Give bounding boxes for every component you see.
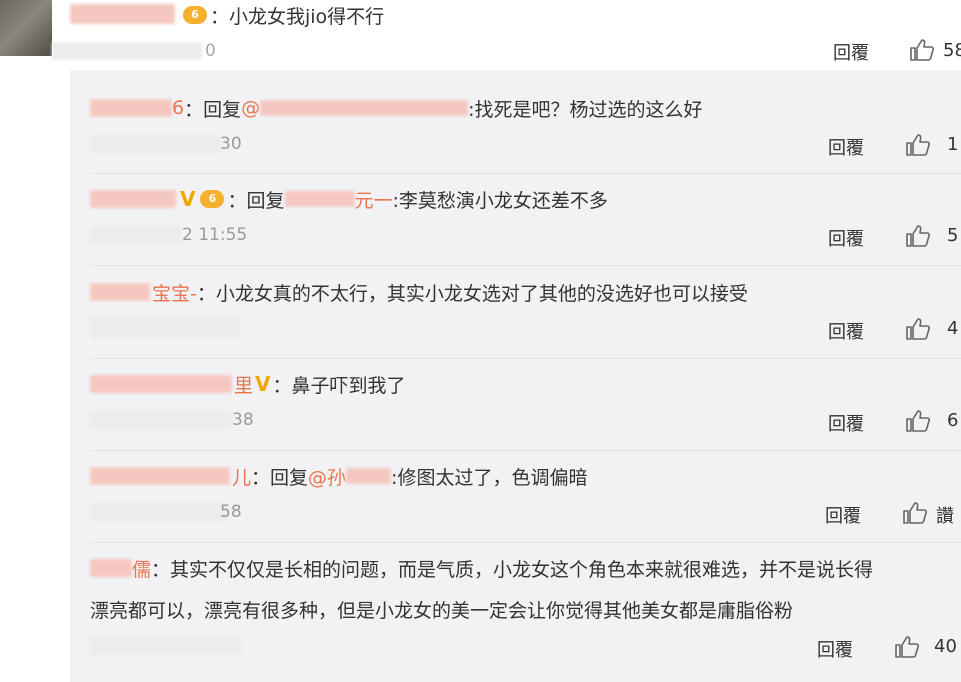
timestamp-tail: 2 11:55 — [182, 225, 248, 245]
thumbs-up-icon[interactable] — [905, 317, 931, 341]
redacted-username — [90, 190, 176, 208]
reply-line: V 6 ：回复 元一 :李莫愁演小龙女还差不多 — [178, 185, 608, 213]
reply-item: 宝宝- ：小龙女真的不太行，其实小龙女选对了其他的没选好也可以接受 回覆 4 — [70, 278, 961, 358]
reply-button[interactable]: 回覆 — [828, 318, 864, 344]
like-count: 40 — [934, 636, 957, 657]
username-tail[interactable]: 6 — [172, 97, 184, 119]
redacted-mention — [284, 191, 355, 207]
like-count: 1 — [947, 134, 959, 155]
timestamp-tail: 30 — [220, 134, 242, 154]
redacted-timestamp — [90, 637, 242, 655]
like-count: 58 — [943, 40, 961, 61]
like-count: 讚 — [936, 506, 954, 527]
vip-level-icon: 6 — [183, 6, 207, 24]
verified-v-icon: V — [180, 187, 196, 211]
reply-separator: ：回复 — [184, 98, 242, 121]
divider — [90, 450, 961, 451]
redacted-username — [90, 375, 232, 393]
reply-text: :李莫愁演小龙女还差不多 — [392, 189, 608, 212]
divider — [90, 358, 961, 359]
like-count: 6 — [947, 410, 959, 431]
reply-button[interactable]: 回覆 — [828, 134, 864, 160]
reply-item: 儒 ：其实不仅仅是长相的问题，而是气质，小龙女这个角色本来就很难选，并不是说长得… — [70, 554, 961, 682]
reply-item: V 6 ：回复 元一 :李莫愁演小龙女还差不多 2 11:55 回覆 5 — [70, 185, 961, 265]
mention-link[interactable]: @孙 — [308, 463, 346, 490]
redacted-timestamp — [90, 503, 230, 521]
username-tail[interactable]: 儿 — [232, 463, 251, 490]
reply-separator: ：回复 — [251, 466, 309, 489]
redacted-username — [90, 467, 230, 485]
divider — [90, 542, 961, 543]
reply-separator: ：回复 — [227, 189, 285, 212]
redacted-mention — [346, 468, 392, 484]
reply-button[interactable]: 回覆 — [825, 502, 861, 528]
mention-link[interactable]: @ — [241, 97, 260, 119]
redacted-timestamp — [90, 226, 182, 244]
avatar[interactable] — [0, 0, 52, 56]
redacted-timestamp — [90, 316, 240, 338]
thumbs-up-icon[interactable] — [894, 635, 920, 659]
reply-text: ：其实不仅仅是长相的问题，而是气质，小龙女这个角色本来就很难选，并不是说长得 — [151, 558, 874, 581]
reply-text: :修图太过了，色调偏暗 — [391, 466, 588, 489]
thumbs-up-icon[interactable] — [905, 133, 931, 157]
reply-line: 宝宝- ：小龙女真的不太行，其实小龙女选对了其他的没选好也可以接受 — [152, 278, 748, 306]
reply-line: 里 V ：鼻子吓到我了 — [234, 370, 406, 398]
comment-text: ：小龙女我jio得不行 — [210, 5, 385, 28]
reply-line: 儿 ：回复 @孙 :修图太过了，色调偏暗 — [232, 462, 587, 490]
reply-button[interactable]: 回覆 — [828, 225, 864, 251]
redacted-mention — [260, 100, 469, 116]
timestamp-tail: 0 — [205, 41, 216, 61]
reply-line: 6 ：回复 @ :找死是吧？杨过选的这么好 — [172, 94, 703, 122]
thumbs-up-icon[interactable] — [902, 501, 928, 525]
top-comment: 6 ：小龙女我jio得不行 0 回覆 58 — [0, 0, 961, 70]
divider — [90, 173, 961, 174]
thumbs-up-icon[interactable] — [905, 409, 931, 433]
username-tail[interactable]: 宝宝- — [152, 279, 197, 306]
reply-item: 里 V ：鼻子吓到我了 38 回覆 6 — [70, 370, 961, 450]
username-tail[interactable]: 儒 — [132, 555, 151, 582]
reply-thread-panel: 6 ：回复 @ :找死是吧？杨过选的这么好 30 回覆 1 V 6 ：回复 元一… — [70, 70, 961, 682]
redacted-username — [70, 4, 175, 24]
reply-button[interactable]: 回覆 — [833, 39, 869, 65]
reply-item: 儿 ：回复 @孙 :修图太过了，色调偏暗 58 回覆 讚 — [70, 462, 961, 542]
divider — [90, 265, 961, 266]
redacted-username — [90, 283, 150, 301]
mention-link[interactable]: 元一 — [355, 186, 393, 213]
redacted-timestamp — [52, 42, 202, 60]
comment-line: 6 ：小龙女我jio得不行 — [180, 2, 384, 28]
like-count: 4 — [947, 318, 959, 339]
reply-item: 6 ：回复 @ :找死是吧？杨过选的这么好 30 回覆 1 — [70, 94, 961, 174]
reply-text: ：鼻子吓到我了 — [272, 374, 406, 397]
timestamp-tail: 58 — [220, 502, 242, 522]
username-tail[interactable]: 里 — [234, 371, 253, 398]
thumbs-up-icon[interactable] — [909, 38, 935, 62]
thumbs-up-icon[interactable] — [905, 224, 931, 248]
redacted-timestamp — [90, 135, 220, 153]
reply-button[interactable]: 回覆 — [817, 636, 853, 662]
reply-text-line2: 漂亮都可以，漂亮有很多种，但是小龙女的美一定会让你觉得其他美女都是庸脂俗粉 — [90, 600, 794, 622]
reply-button[interactable]: 回覆 — [828, 410, 864, 436]
vip-level-icon: 6 — [200, 190, 225, 208]
reply-text: :找死是吧？杨过选的这么好 — [468, 98, 703, 121]
like-count: 5 — [947, 225, 959, 246]
redacted-timestamp — [90, 411, 232, 429]
verified-v-icon: V — [255, 372, 271, 396]
redacted-username — [90, 559, 132, 577]
timestamp-tail: 38 — [232, 410, 254, 430]
redacted-username — [90, 99, 172, 117]
reply-text: ：小龙女真的不太行，其实小龙女选对了其他的没选好也可以接受 — [196, 282, 748, 305]
reply-line: 儒 ：其实不仅仅是长相的问题，而是气质，小龙女这个角色本来就很难选，并不是说长得 — [132, 554, 873, 582]
